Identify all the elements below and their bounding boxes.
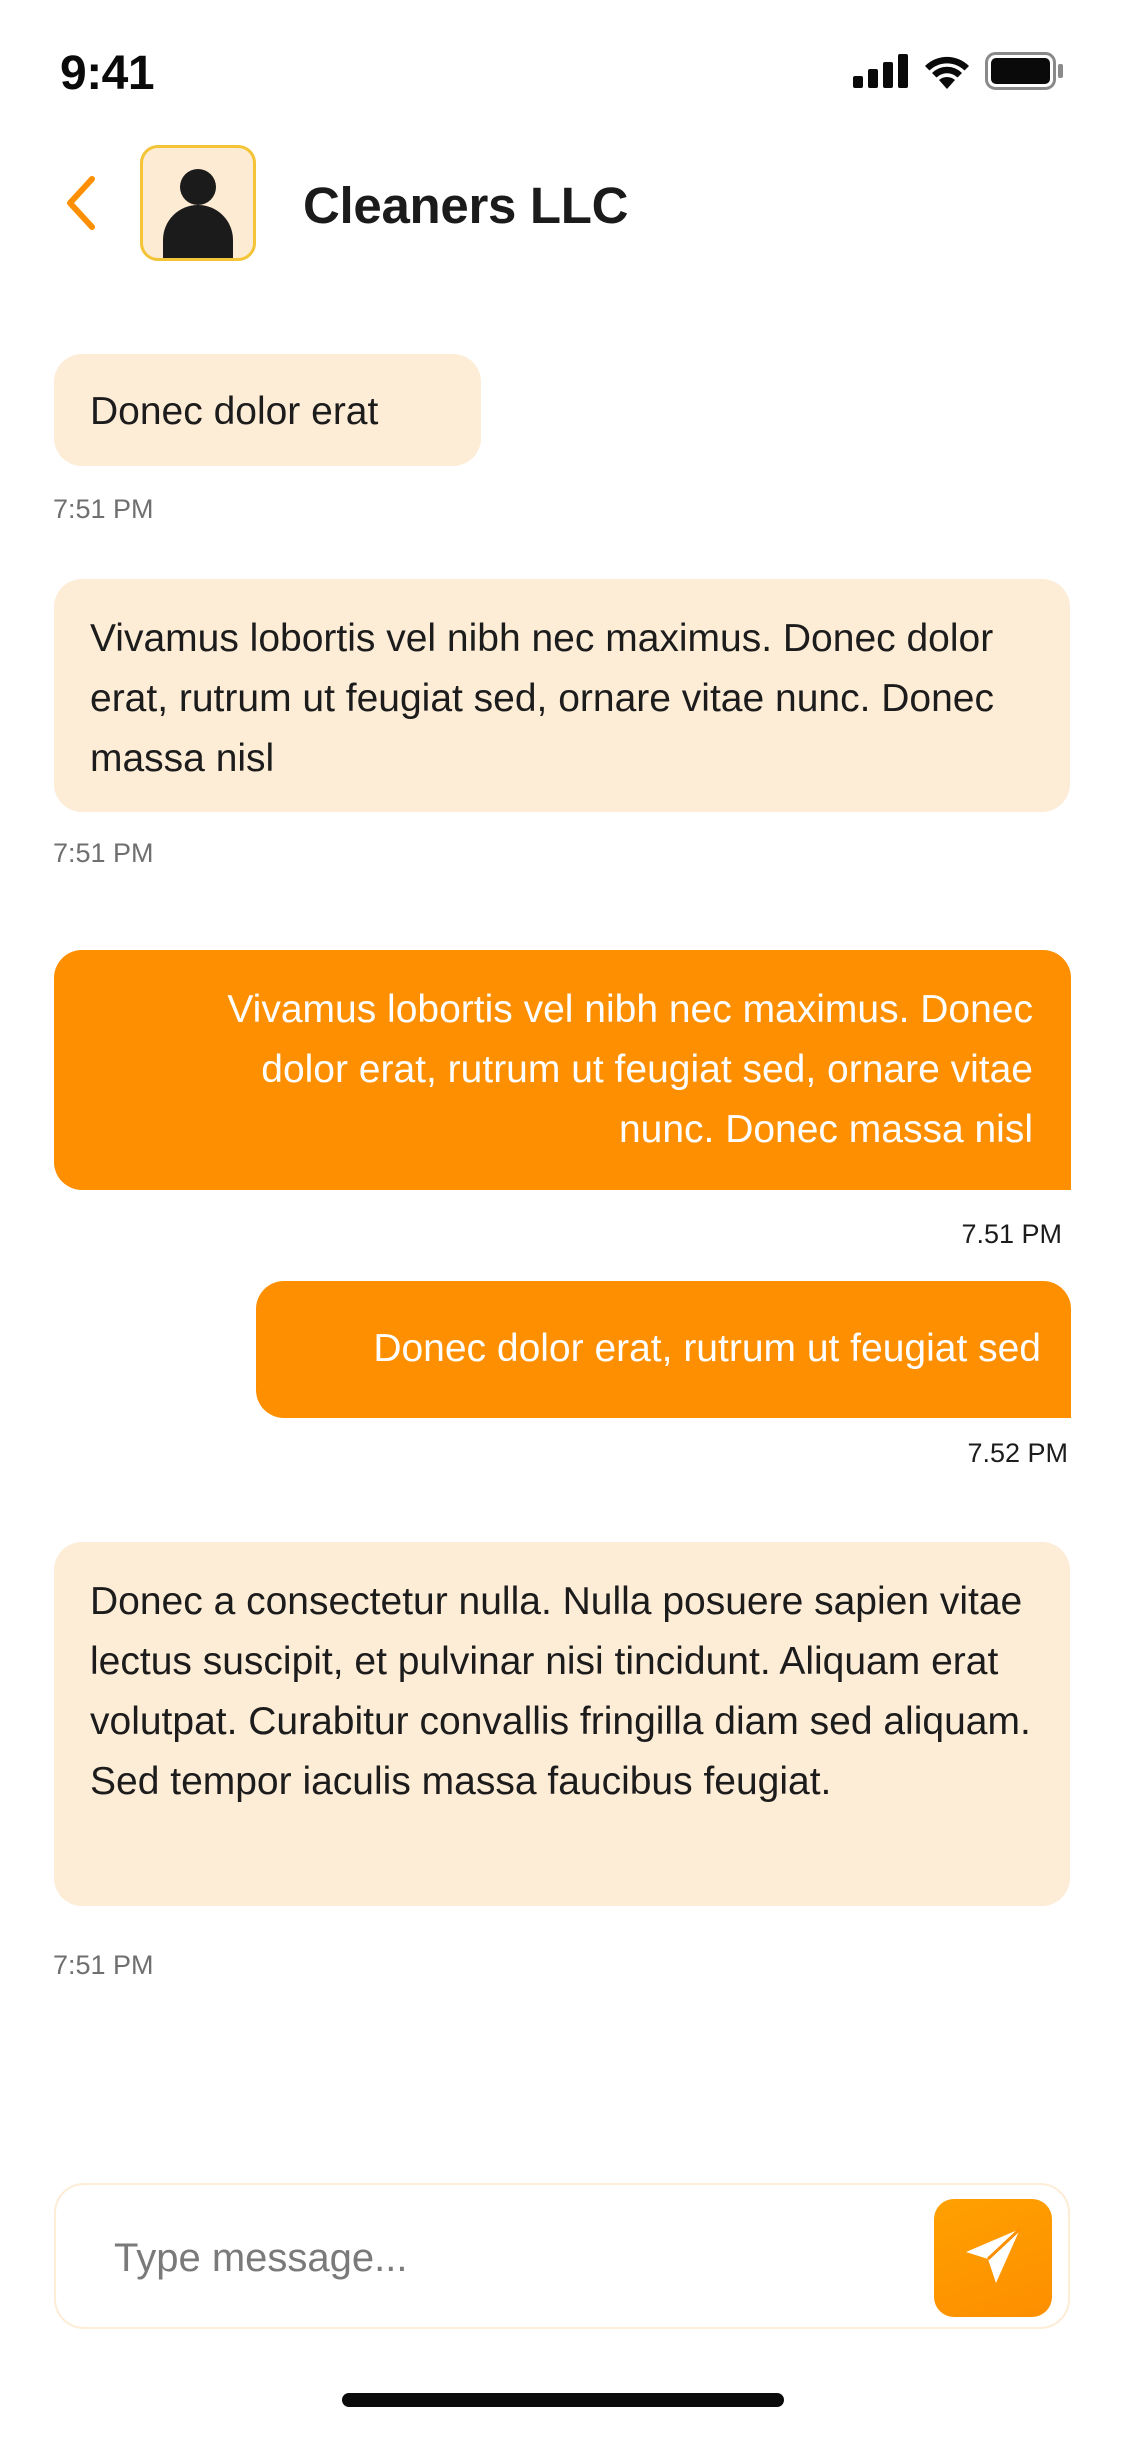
battery-icon: [985, 52, 1065, 95]
message-composer: [54, 2183, 1070, 2329]
back-button[interactable]: [50, 170, 110, 240]
send-button[interactable]: [934, 2199, 1052, 2317]
message-timestamp: 7:51 PM: [53, 494, 154, 524]
avatar[interactable]: [140, 145, 256, 261]
message-text: Donec dolor erat, rutrum ut feugiat sed: [373, 1327, 1041, 1370]
outgoing-message-bubble: Vivamus lobortis vel nibh nec maximus. D…: [54, 950, 1071, 1190]
home-indicator: [342, 2393, 784, 2407]
person-silhouette-icon: [143, 148, 253, 258]
message-text: Donec a consectetur nulla. Nulla posuere…: [90, 1580, 1031, 1803]
message-text: Donec dolor erat: [90, 390, 379, 433]
incoming-message-bubble: Vivamus lobortis vel nibh nec maximus. D…: [54, 579, 1070, 812]
paper-plane-icon: [962, 2225, 1024, 2292]
message-timestamp: 7.52 PM: [967, 1438, 1068, 1468]
message-text: Vivamus lobortis vel nibh nec maximus. D…: [90, 617, 994, 780]
wifi-icon: [923, 53, 971, 94]
message-text: Vivamus lobortis vel nibh nec maximus. D…: [227, 988, 1033, 1151]
message-timestamp: 7:51 PM: [53, 1950, 154, 1980]
outgoing-message-bubble: Donec dolor erat, rutrum ut feugiat sed: [256, 1281, 1071, 1418]
message-input[interactable]: [112, 2221, 916, 2295]
cellular-signal-icon: [853, 54, 909, 93]
status-bar-time: 9:41: [60, 47, 155, 100]
message-timestamp: 7.51 PM: [961, 1219, 1062, 1249]
message-timestamp: 7:51 PM: [53, 838, 154, 868]
contact-name: Cleaners LLC: [303, 177, 629, 234]
incoming-message-bubble: Donec a consectetur nulla. Nulla posuere…: [54, 1542, 1070, 1906]
incoming-message-bubble: Donec dolor erat: [54, 354, 481, 466]
chevron-left-icon: [62, 175, 98, 236]
status-bar-icons: [853, 52, 1065, 95]
